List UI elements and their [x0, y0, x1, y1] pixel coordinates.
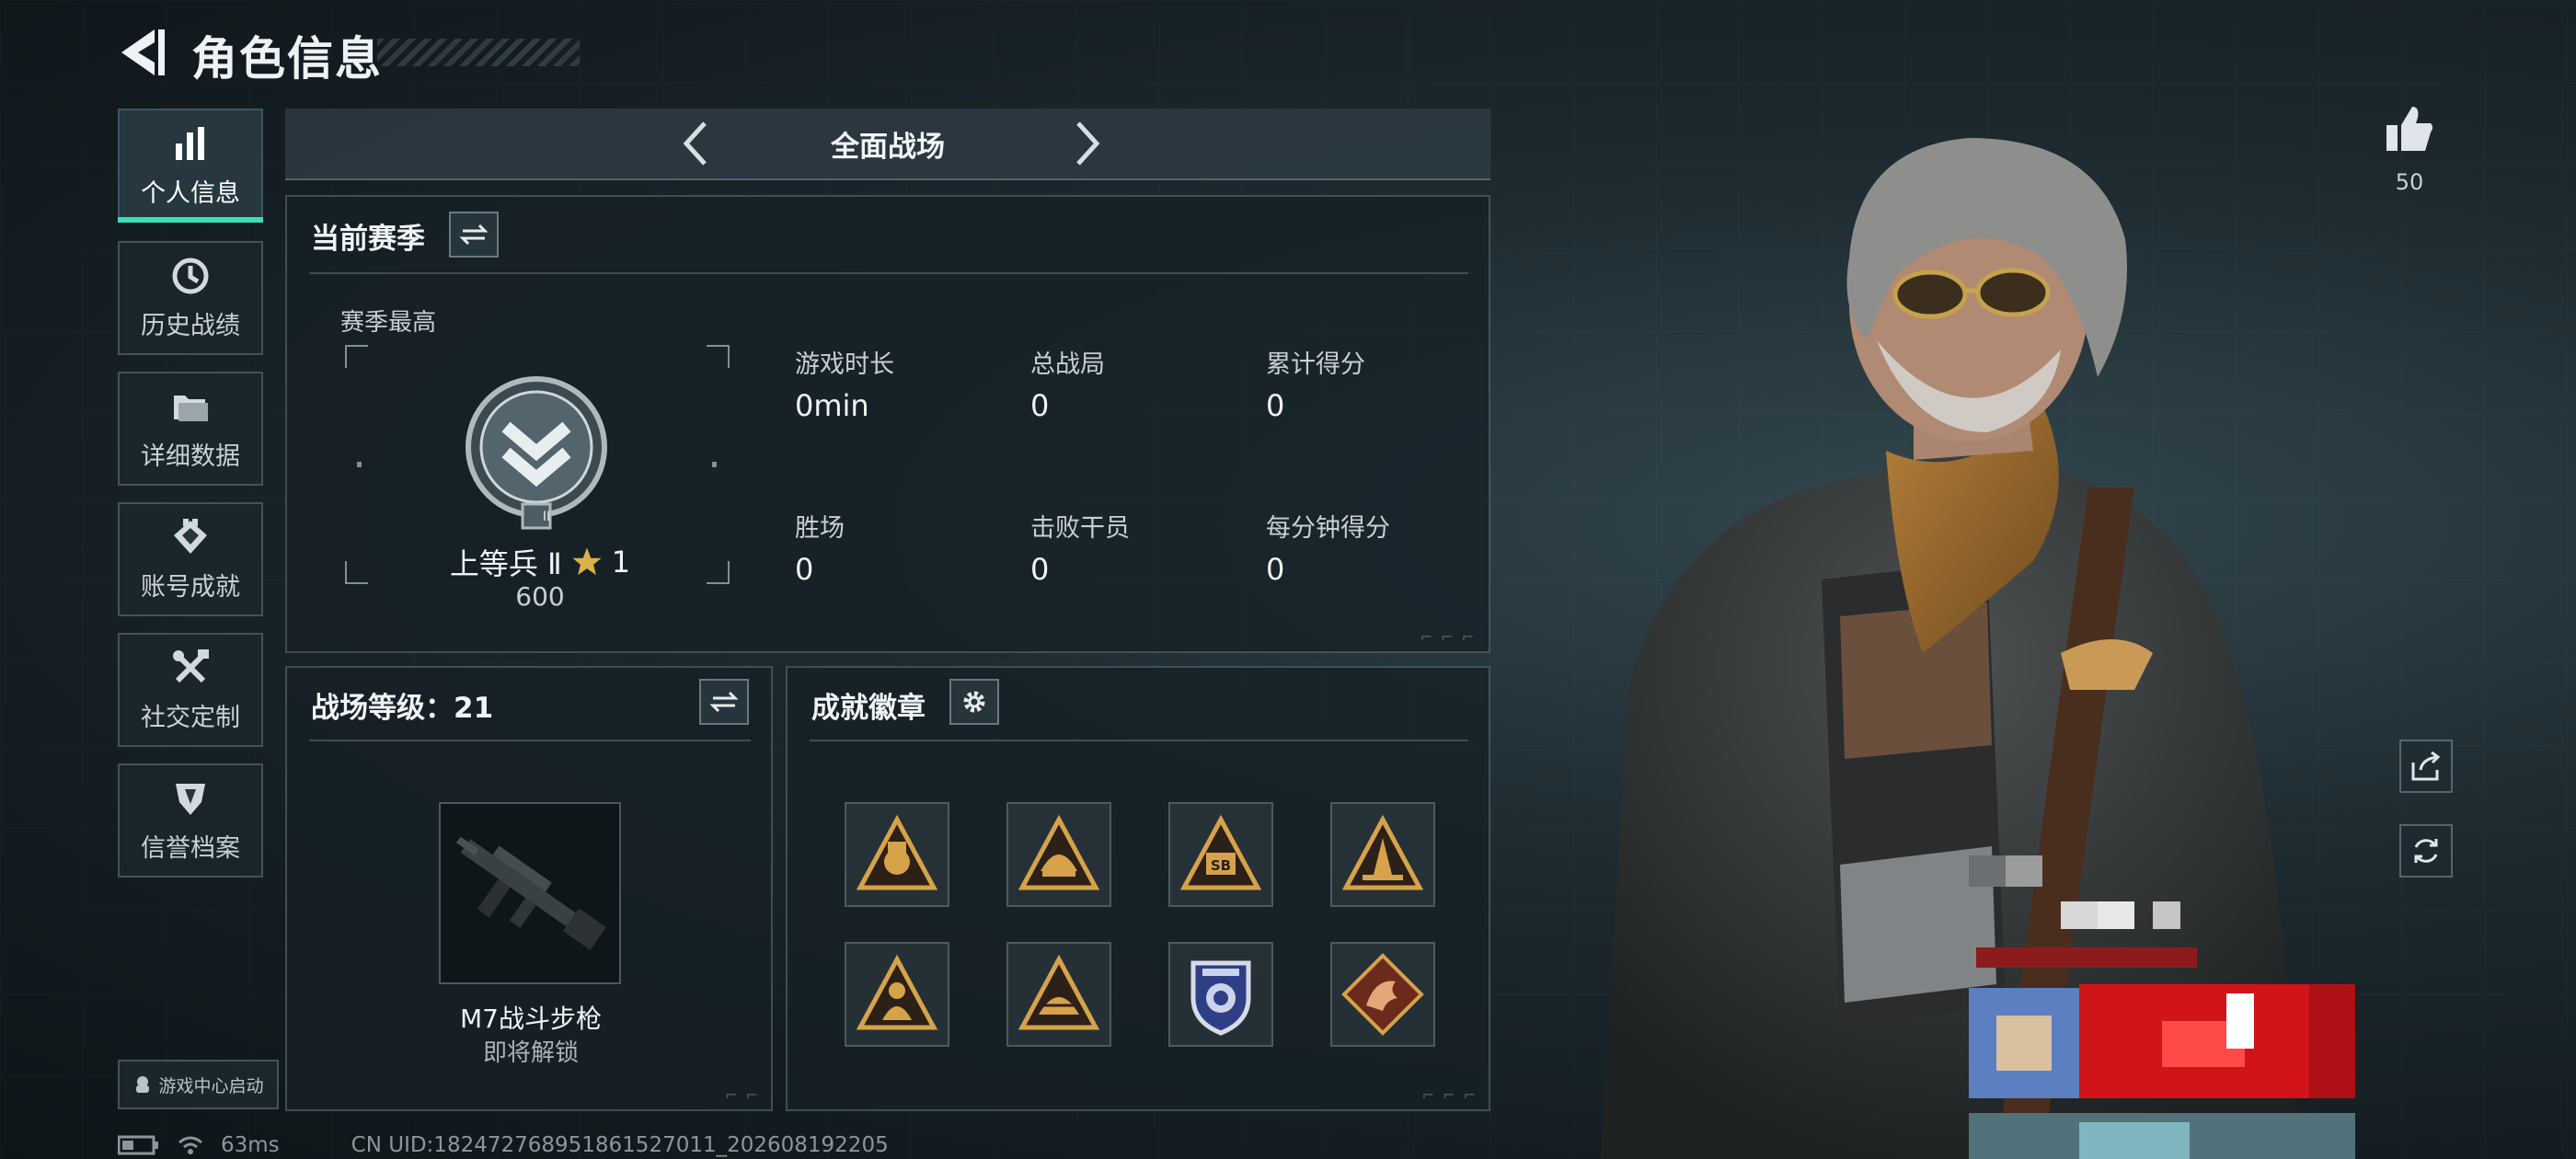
stat-value: 0	[1030, 388, 1050, 423]
sidebar-item-details[interactable]: 详细数据	[118, 372, 263, 486]
mosaic-censor	[1969, 855, 2355, 1159]
refresh-icon	[2414, 839, 2438, 863]
weapon-image-frame[interactable]	[439, 802, 621, 984]
tools-icon	[173, 648, 209, 683]
rank-name: 上等兵 Ⅱ	[449, 546, 562, 581]
rank-line: 上等兵 Ⅱ 1	[434, 541, 646, 583]
badge-item[interactable]	[845, 802, 949, 907]
mode-selector: 全面战场	[285, 109, 1490, 180]
bar-chart-icon	[176, 126, 204, 160]
divider	[810, 740, 1468, 741]
status-bar: 63ms CN UID:1824727689518615270​11_20260…	[118, 1133, 889, 1157]
current-season-panel: 当前赛季 赛季最高 II 上等兵 Ⅱ 1 600 游戏时长 0min 总战局 0…	[285, 195, 1490, 653]
season-title: 当前赛季	[311, 223, 425, 256]
badge-item[interactable]	[1330, 942, 1435, 1047]
shield-icon	[176, 783, 205, 815]
rifle-icon	[455, 836, 606, 950]
stat-value: 0	[795, 552, 814, 587]
rank-points: 600	[515, 581, 565, 612]
badge-item[interactable]	[1330, 802, 1435, 907]
sidebar-item-label: 详细数据	[141, 442, 240, 471]
refresh-button[interactable]	[2399, 824, 2453, 878]
season-switch-button[interactable]	[449, 212, 499, 258]
badge-sb-icon: SB	[1179, 814, 1262, 890]
sidebar-item-label: 社交定制	[141, 703, 240, 732]
battlefield-level-panel: 战场等级：21 M7战斗步枪 即将解锁 ⌐ ⌐	[285, 666, 773, 1111]
badge-helmet-icon	[1018, 814, 1100, 890]
mode-label: 全面战场	[831, 131, 945, 164]
sidebar-item-label: 个人信息	[141, 178, 240, 208]
sidebar-item-achievements[interactable]: 账号成就	[118, 502, 263, 616]
sidebar-item-reputation[interactable]: 信誉档案	[118, 763, 263, 878]
wifi-icon	[178, 1136, 202, 1154]
stat-value: 0min	[795, 388, 869, 423]
history-clock-icon	[172, 258, 209, 293]
corner-decoration: ⌐ ⌐ ⌐	[1421, 1086, 1478, 1104]
sidebar-item-label: 信誉档案	[141, 833, 240, 863]
stat-value: 0	[1030, 552, 1050, 587]
rank-stars: 1	[611, 545, 631, 580]
badge-settings-button[interactable]	[949, 679, 999, 725]
badge-soldier-icon	[856, 954, 938, 1030]
badge-item[interactable]	[1006, 802, 1111, 907]
season-best-label: 赛季最高	[340, 309, 437, 337]
stat-value: 0	[1266, 552, 1285, 587]
stat-label: 总战局	[1030, 350, 1105, 379]
stat-label: 累计得分	[1266, 350, 1365, 379]
corner-decoration: ⌐ ⌐	[725, 1086, 760, 1104]
badge-item[interactable]	[1168, 942, 1273, 1047]
user-uid: CN UID:1824727689518615270​11_2026081922…	[351, 1133, 889, 1157]
sidebar-item-history[interactable]: 历史战绩	[118, 241, 263, 355]
badge-tower-icon	[1341, 814, 1424, 890]
folder-icon	[174, 395, 208, 421]
level-title: 战场等级：21	[311, 692, 494, 725]
game-center-launch-button[interactable]: 游戏中心启动	[118, 1060, 279, 1109]
divider	[309, 272, 1468, 274]
share-button[interactable]	[2399, 740, 2453, 793]
ping-value: 63ms	[221, 1133, 280, 1157]
stat-label: 游戏时长	[795, 350, 894, 379]
weapon-name: M7战斗步枪	[460, 1004, 602, 1034]
badge-dragon-icon	[1341, 953, 1424, 1036]
gear-icon	[963, 691, 985, 713]
badge-fist-icon	[856, 814, 938, 890]
title-decoration	[377, 39, 580, 66]
divider	[309, 740, 751, 741]
chevron-right-icon[interactable]	[1058, 116, 1113, 171]
stat-label: 胜场	[795, 514, 845, 543]
sidebar-item-label: 账号成就	[141, 572, 240, 602]
battery-icon	[118, 1135, 158, 1155]
sidebar-item-social[interactable]: 社交定制	[118, 633, 263, 747]
stat-value: 0	[1266, 388, 1285, 423]
page-title: 角色信息	[191, 32, 383, 86]
badges-title: 成就徽章	[811, 692, 926, 725]
stat-label: 击败干员	[1030, 514, 1130, 543]
badge-item[interactable]	[1006, 942, 1111, 1047]
weapon-status: 即将解锁	[482, 1039, 579, 1067]
sidebar-item-label: 历史战绩	[141, 311, 240, 340]
launch-label: 游戏中心启动	[158, 1075, 264, 1096]
star-icon	[572, 547, 602, 576]
corner-decoration: ⌐ ⌐ ⌐	[1420, 628, 1476, 646]
game-center-icon	[136, 1076, 150, 1093]
badge-dome-icon	[1018, 954, 1100, 1030]
rank-emblem-icon	[466, 376, 607, 530]
rank-level-mark: II	[542, 510, 551, 524]
stat-label: 每分钟得分	[1266, 514, 1390, 543]
badge-item[interactable]: SB	[1168, 802, 1273, 907]
achievement-badges-panel: 成就徽章 SB ⌐ ⌐ ⌐	[786, 666, 1490, 1111]
swap-icon	[709, 691, 739, 713]
badge-item[interactable]	[845, 942, 949, 1047]
sidebar-item-profile[interactable]: 个人信息	[118, 109, 263, 223]
badge-lion-shield-icon	[1190, 960, 1251, 1036]
swap-icon	[459, 224, 489, 246]
thumbs-up-icon[interactable]	[2383, 103, 2436, 155]
like-count: 50	[2395, 169, 2424, 195]
badge-text: SB	[1211, 857, 1231, 874]
back-arrow-icon[interactable]	[118, 26, 167, 79]
achievement-icon	[174, 518, 207, 554]
share-icon	[2411, 751, 2441, 781]
level-switch-button[interactable]	[699, 679, 749, 725]
